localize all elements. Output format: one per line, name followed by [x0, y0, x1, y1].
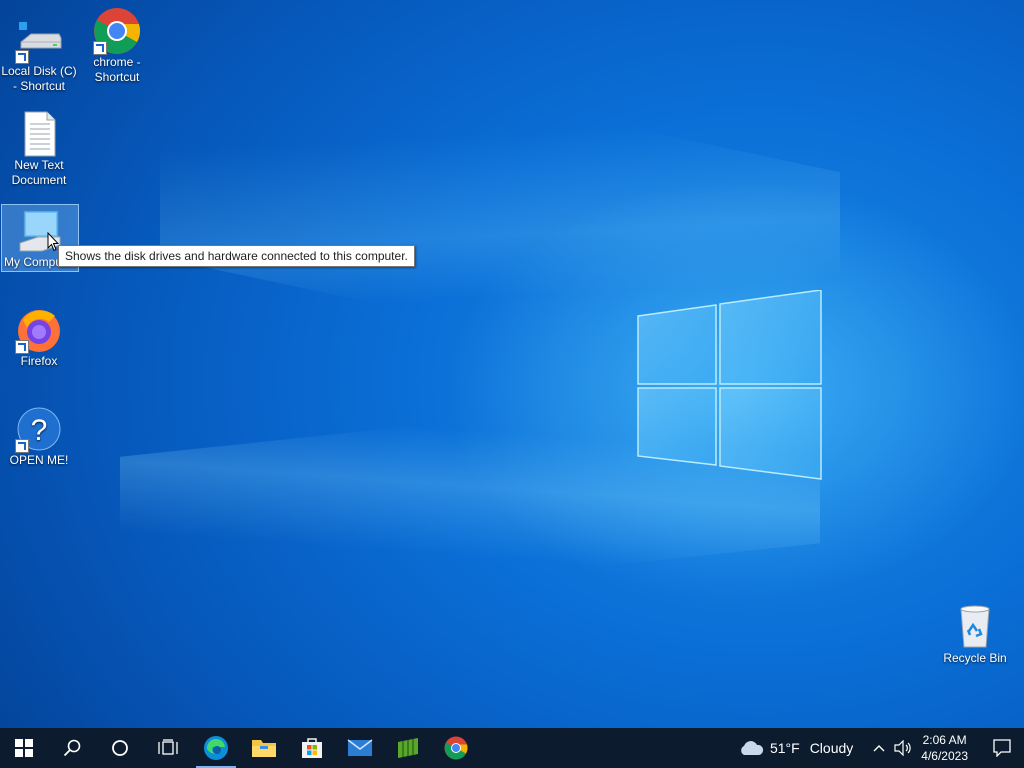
help-question-icon: ?: [15, 405, 63, 453]
desktop-icon-label: New Text Document: [11, 158, 67, 187]
text-document-icon: [15, 110, 63, 158]
taskbar-mail[interactable]: [336, 728, 384, 768]
action-center-button[interactable]: [980, 728, 1024, 768]
windows-start-icon: [15, 739, 33, 757]
windows-wallpaper-logo: [637, 290, 822, 480]
desktop-icon-chrome-shortcut[interactable]: chrome - Shortcut: [79, 5, 155, 85]
shortcut-arrow-icon: [15, 340, 29, 354]
speaker-icon: [894, 740, 911, 756]
weather-condition: Cloudy: [809, 740, 854, 756]
cortana-icon: [112, 740, 128, 756]
taskbar-file-explorer[interactable]: [240, 728, 288, 768]
mouse-cursor-icon: [47, 232, 59, 252]
task-view-icon: [158, 739, 178, 755]
desktop-icon-open-me[interactable]: ? OPEN ME!: [1, 403, 77, 468]
taskbar: 51°F Cloudy 2:06 AM 4/6/2023: [0, 728, 1024, 768]
taskbar-clock[interactable]: 2:06 AM 4/6/2023: [921, 732, 968, 764]
system-tray: 51°F Cloudy 2:06 AM 4/6/2023: [738, 728, 1024, 768]
cloud-icon: [741, 741, 764, 755]
file-explorer-icon: [252, 740, 276, 757]
shortcut-arrow-icon: [15, 50, 29, 64]
desktop-icon-new-text-document[interactable]: New Text Document: [1, 108, 77, 188]
desktop-icon-local-disk[interactable]: Local Disk (C) - Shortcut: [1, 14, 77, 94]
weather-widget[interactable]: 51°F Cloudy: [738, 739, 853, 757]
volume-button[interactable]: [891, 728, 915, 768]
desktop-icon-label: Firefox: [20, 354, 58, 368]
recycle-bin-icon: [951, 603, 999, 651]
tooltip: Shows the disk drives and hardware conne…: [58, 245, 415, 267]
firefox-icon: [15, 306, 63, 354]
drive-icon: [15, 16, 63, 64]
taskbar-store[interactable]: [288, 728, 336, 768]
task-view-button[interactable]: [144, 728, 192, 768]
desktop-icon-label: chrome - Shortcut: [93, 55, 141, 84]
chrome-icon: [444, 736, 468, 760]
shortcut-arrow-icon: [15, 439, 29, 453]
edge-icon: [204, 736, 228, 760]
desktop-icon-recycle-bin[interactable]: Recycle Bin: [937, 601, 1013, 666]
notification-icon: [993, 739, 1011, 757]
start-button[interactable]: [0, 728, 48, 768]
weather-temperature: 51°F: [769, 740, 800, 756]
cortana-button[interactable]: [96, 728, 144, 768]
desktop-icon-label: Local Disk (C) - Shortcut: [1, 64, 77, 93]
show-hidden-icons-button[interactable]: [867, 728, 891, 768]
taskbar-chrome[interactable]: [432, 728, 480, 768]
desktop-icon-label: Recycle Bin: [943, 651, 1007, 665]
chevron-up-icon: [873, 745, 885, 752]
chrome-icon: [93, 7, 141, 55]
clock-date: 4/6/2023: [921, 749, 968, 763]
minecraft-icon: [398, 738, 418, 758]
clock-time: 2:06 AM: [922, 733, 967, 747]
shortcut-arrow-icon: [93, 41, 107, 55]
search-icon: [63, 739, 81, 757]
taskbar-edge[interactable]: [192, 728, 240, 768]
store-icon: [302, 738, 322, 758]
taskbar-minecraft[interactable]: [384, 728, 432, 768]
desktop-icon-firefox[interactable]: Firefox: [1, 304, 77, 369]
mail-icon: [347, 739, 373, 756]
desktop-icon-label: OPEN ME!: [9, 453, 69, 467]
svg-text:?: ?: [31, 414, 48, 447]
search-button[interactable]: [48, 728, 96, 768]
